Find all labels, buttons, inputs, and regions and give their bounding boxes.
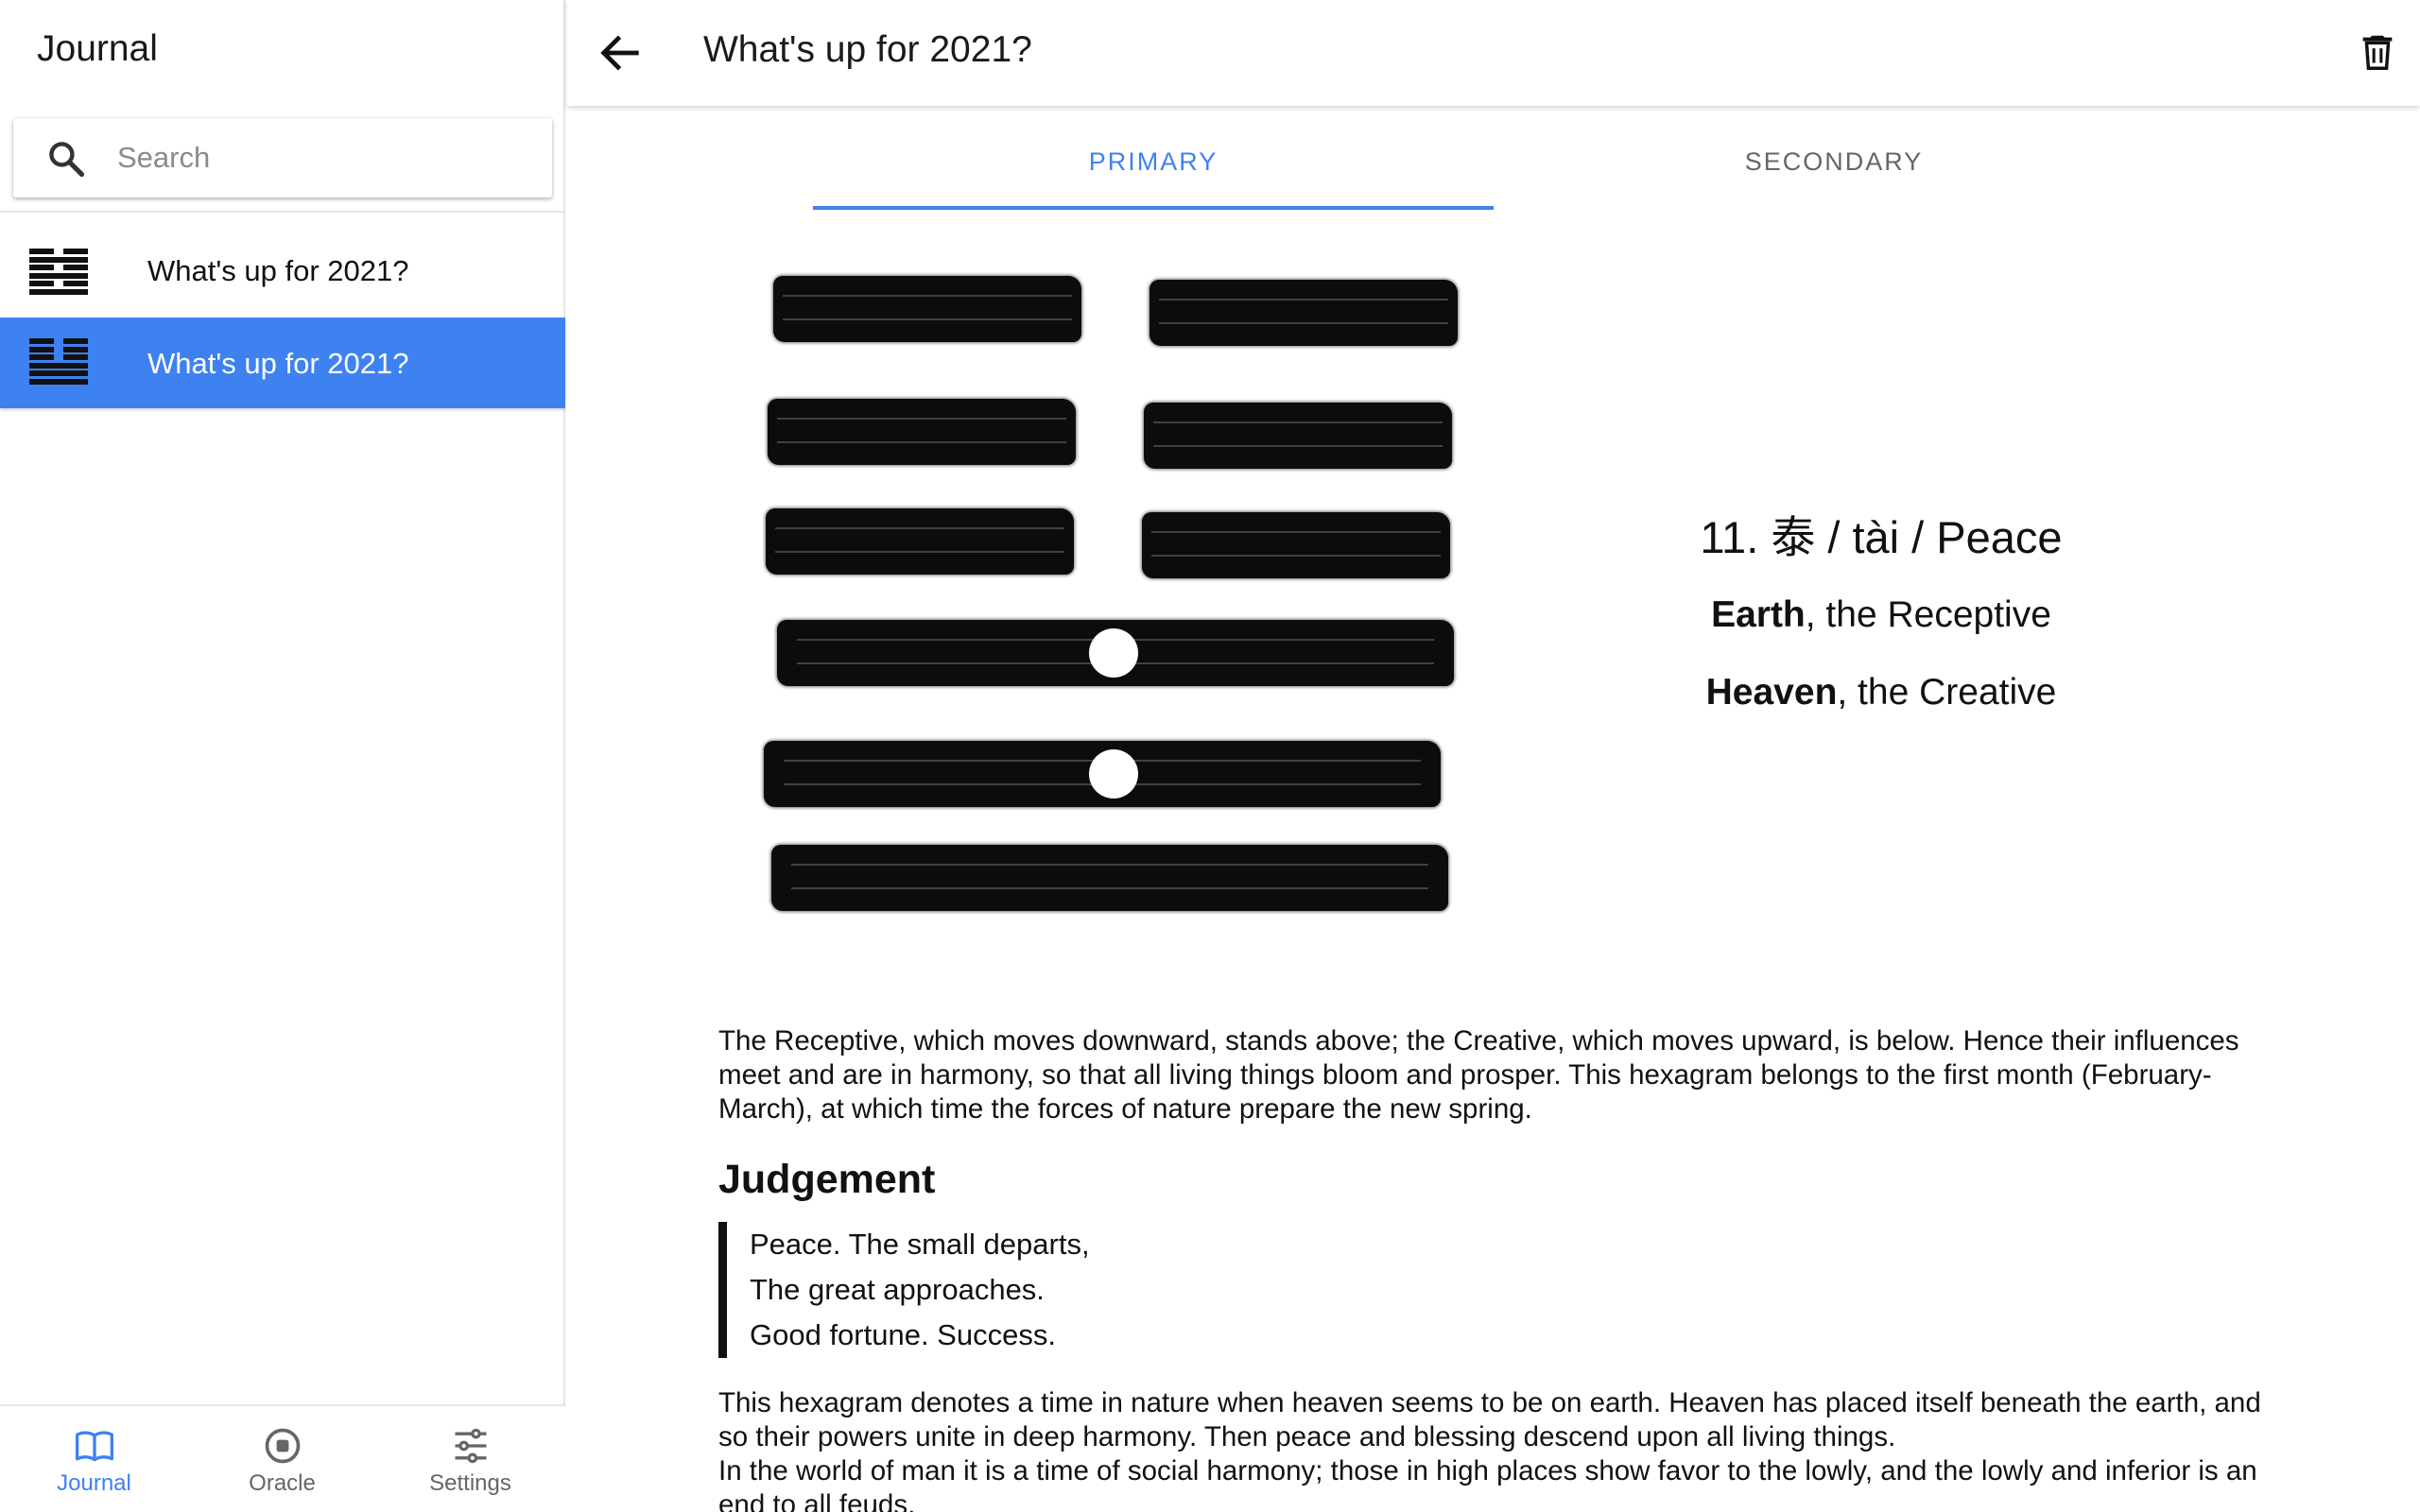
broken-line-segment [766, 508, 1074, 575]
judgement-line: Peace. The small departs, [750, 1228, 1090, 1261]
arrow-left-icon[interactable] [596, 28, 645, 77]
tab-label: PRIMARY [1088, 147, 1219, 176]
judgement-quote: Peace. The small departs, The great appr… [718, 1222, 2269, 1358]
broken-line [29, 354, 88, 361]
moving-line-marker [1089, 749, 1138, 799]
app-bar: What's up for 2021? [567, 0, 2420, 106]
reading-text: The Receptive, which moves downward, sta… [718, 1024, 2269, 1512]
hexagram-intro: The Receptive, which moves downward, sta… [718, 1025, 2239, 1125]
broken-line [29, 265, 88, 271]
nav-label: Oracle [249, 1470, 316, 1496]
broken-line-segment [1142, 512, 1450, 578]
hexagram-icon [29, 338, 88, 387]
sliders-icon [455, 1428, 487, 1464]
trash-icon[interactable] [2356, 30, 2399, 74]
journal-entry-label: What's up for 2021? [147, 254, 409, 287]
solid-line [29, 362, 88, 369]
journal-entry[interactable]: What's up for 2021? [0, 225, 565, 316]
upper-trigram-desc: , the Receptive [1805, 594, 2051, 635]
page-title: What's up for 2021? [703, 29, 1032, 70]
broken-line-segment [1150, 280, 1458, 346]
broken-line [29, 281, 88, 287]
lower-trigram-desc: , the Creative [1837, 672, 2057, 713]
judgement-heading: Judgement [718, 1157, 936, 1202]
judgement-line: The great approaches. [750, 1273, 1045, 1306]
search-icon [49, 142, 85, 178]
tab-secondary[interactable]: SECONDARY [1494, 117, 2174, 212]
hexagram-figure [764, 276, 1463, 949]
broken-line [29, 338, 88, 344]
upper-trigram: Earth, the Receptive [1607, 594, 2155, 636]
upper-trigram-name: Earth [1711, 594, 1806, 635]
solid-line [29, 288, 88, 295]
solid-line [29, 256, 88, 263]
lower-trigram-name: Heaven [1705, 672, 1838, 713]
record-icon [265, 1428, 301, 1464]
solid-line [29, 378, 88, 385]
solid-line [29, 272, 88, 279]
broken-line-segment [1144, 403, 1452, 469]
tab-label: SECONDARY [1744, 147, 1924, 176]
book-icon [76, 1431, 113, 1462]
nav-settings[interactable]: Settings [376, 1406, 564, 1512]
lower-trigram: Heaven, the Creative [1607, 672, 2155, 713]
sidebar-title: Journal [37, 28, 158, 69]
hexagram-icon [29, 249, 88, 298]
active-tab-indicator [813, 206, 1494, 210]
broken-line [29, 249, 88, 254]
nav-label: Settings [429, 1470, 511, 1496]
hexagram-info: 11. 泰 / tài / Peace Earth, the Receptive… [1607, 501, 2155, 713]
search-input[interactable] [117, 129, 533, 186]
search-box[interactable] [13, 118, 552, 198]
judgement-line: Good fortune. Success. [750, 1318, 1056, 1351]
solid-line [771, 845, 1448, 911]
solid-line [29, 370, 88, 377]
moving-line-marker [1089, 628, 1138, 678]
journal-entry-selected[interactable]: What's up for 2021? [0, 318, 565, 408]
tab-primary[interactable]: PRIMARY [813, 117, 1494, 212]
nav-journal[interactable]: Journal [0, 1406, 188, 1512]
reading-tabs: PRIMARY SECONDARY [813, 117, 2174, 212]
bottom-navigation: Journal Oracle Settings [0, 1404, 565, 1512]
sidebar: Journal What's up for 2021? What's up fo… [0, 0, 565, 1512]
commentary-paragraph: This hexagram denotes a time in nature w… [718, 1387, 2261, 1452]
broken-line-segment [768, 399, 1076, 465]
hexagram-name: 11. 泰 / tài / Peace [1700, 512, 2063, 562]
broken-line [29, 346, 88, 352]
nav-oracle[interactable]: Oracle [188, 1406, 376, 1512]
journal-entry-label: What's up for 2021? [147, 347, 409, 380]
nav-label: Journal [57, 1470, 131, 1496]
broken-line-segment [773, 276, 1081, 342]
sidebar-divider [0, 211, 565, 213]
commentary-paragraph: In the world of man it is a time of soci… [718, 1455, 2257, 1512]
